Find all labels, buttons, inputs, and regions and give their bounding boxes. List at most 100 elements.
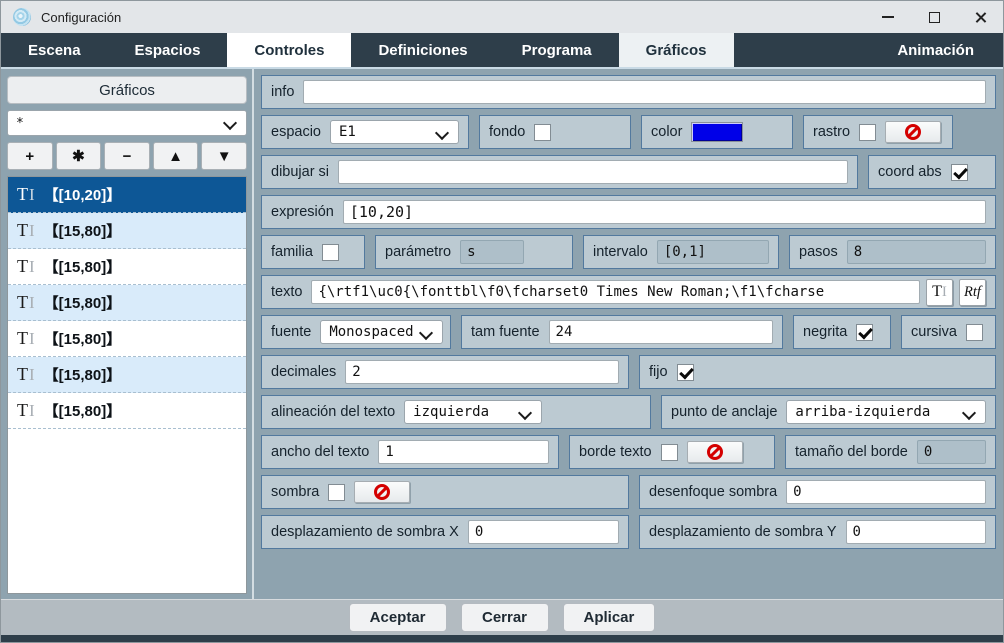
rastro-checkbox[interactable] <box>859 124 876 141</box>
sombra-no-color-button[interactable] <box>354 481 410 503</box>
text-cursor-icon: I <box>942 284 947 301</box>
move-up-button[interactable]: ▲ <box>153 142 199 170</box>
titlebar: Configuración <box>1 1 1003 33</box>
dibujar-si-input[interactable] <box>338 160 848 184</box>
graphic-item-label: 【[15,80]】 <box>44 292 122 313</box>
espacio-select[interactable]: E1 <box>330 120 459 144</box>
graphic-item[interactable]: TI 【[15,80]】 <box>8 285 246 321</box>
texto-input[interactable] <box>311 280 920 304</box>
fuente-select[interactable]: Monospaced <box>320 320 442 344</box>
fijo-checkbox[interactable] <box>677 364 694 381</box>
graphics-panel: Gráficos * + ✱ − ▲ ▼ TI 【[10,20]】 TI 【[1… <box>1 69 254 599</box>
tab-escena[interactable]: Escena <box>1 33 108 67</box>
fijo-label: fijo <box>649 364 668 380</box>
rastro-no-color-button[interactable] <box>885 121 941 143</box>
pasos-group: pasos <box>789 235 996 269</box>
maximize-button[interactable] <box>911 1 957 33</box>
text-graphic-icon: TI <box>17 256 35 277</box>
graphics-panel-title: Gráficos <box>7 76 247 104</box>
familia-label: familia <box>271 244 313 260</box>
fijo-group: fijo <box>639 355 996 389</box>
remove-graphic-button[interactable]: − <box>104 142 150 170</box>
graphic-item[interactable]: TI 【[15,80]】 <box>8 321 246 357</box>
tabbar: Escena Espacios Controles Definiciones P… <box>1 33 1003 67</box>
pasos-input[interactable] <box>847 240 986 264</box>
text-graphic-icon: TI <box>17 364 35 385</box>
graphic-item-label: 【[15,80]】 <box>44 220 122 241</box>
close-dialog-button[interactable]: Cerrar <box>461 603 549 632</box>
intervalo-input[interactable] <box>657 240 769 264</box>
fondo-checkbox[interactable] <box>534 124 551 141</box>
graphics-list: TI 【[10,20]】 TI 【[15,80]】 TI 【[15,80]】 T… <box>7 176 247 594</box>
apply-button[interactable]: Aplicar <box>563 603 656 632</box>
anclaje-select[interactable]: arriba-izquierda <box>786 400 986 424</box>
decimales-input[interactable] <box>345 360 619 384</box>
ancho-texto-group: ancho del texto <box>261 435 559 469</box>
color-label: color <box>651 124 682 140</box>
maximize-icon <box>929 12 940 23</box>
graphic-item[interactable]: TI 【[10,20]】 <box>8 177 246 213</box>
coord-abs-checkbox[interactable] <box>951 164 968 181</box>
fuente-group: fuente Monospaced <box>261 315 451 349</box>
tam-fuente-input[interactable] <box>549 320 773 344</box>
asterisk-icon: ✱ <box>72 147 85 165</box>
dialog-body: Gráficos * + ✱ − ▲ ▼ TI 【[10,20]】 TI 【[1… <box>1 67 1003 599</box>
close-button[interactable] <box>957 1 1003 33</box>
close-icon <box>974 11 987 24</box>
tam-fuente-label: tam fuente <box>471 324 540 340</box>
color-swatch[interactable] <box>691 122 743 142</box>
no-color-icon <box>707 444 723 460</box>
decimales-group: decimales <box>261 355 629 389</box>
alineacion-select[interactable]: izquierda <box>404 400 542 424</box>
tab-espacios[interactable]: Espacios <box>108 33 228 67</box>
sombra-y-input[interactable] <box>846 520 986 544</box>
rtf-editor-button[interactable]: Rtf <box>959 279 986 306</box>
negrita-group: negrita <box>793 315 891 349</box>
anclaje-label: punto de anclaje <box>671 404 777 420</box>
parametro-group: parámetro <box>375 235 573 269</box>
intervalo-group: intervalo <box>583 235 779 269</box>
borde-texto-checkbox[interactable] <box>661 444 678 461</box>
duplicate-graphic-button[interactable]: ✱ <box>56 142 102 170</box>
graphic-item[interactable]: TI 【[15,80]】 <box>8 213 246 249</box>
tam-borde-input[interactable] <box>917 440 986 464</box>
no-color-icon <box>374 484 390 500</box>
cursiva-label: cursiva <box>911 324 957 340</box>
graphic-item[interactable]: TI 【[15,80]】 <box>8 249 246 285</box>
expresion-input[interactable] <box>343 200 986 224</box>
desenfoque-group: desenfoque sombra <box>639 475 996 509</box>
move-down-button[interactable]: ▼ <box>201 142 247 170</box>
tab-programa[interactable]: Programa <box>495 33 619 67</box>
tab-definiciones[interactable]: Definiciones <box>351 33 494 67</box>
plain-text-editor-button[interactable]: TI <box>926 279 953 306</box>
graphic-item[interactable]: TI 【[15,80]】 <box>8 357 246 393</box>
tab-animacion[interactable]: Animación <box>870 33 1001 67</box>
negrita-checkbox[interactable] <box>856 324 873 341</box>
parametro-input[interactable] <box>460 240 524 264</box>
cursiva-group: cursiva <box>901 315 996 349</box>
graphic-item[interactable]: TI 【[15,80]】 <box>8 393 246 429</box>
coord-abs-label: coord abs <box>878 164 942 180</box>
fuente-label: fuente <box>271 324 311 340</box>
anclaje-group: punto de anclaje arriba-izquierda <box>661 395 996 429</box>
graphics-filter-select[interactable]: * <box>7 110 247 136</box>
negrita-label: negrita <box>803 324 847 340</box>
sombra-checkbox[interactable] <box>328 484 345 501</box>
sombra-x-input[interactable] <box>468 520 619 544</box>
tab-graficos[interactable]: Gráficos <box>619 33 734 67</box>
borde-no-color-button[interactable] <box>687 441 743 463</box>
ancho-texto-input[interactable] <box>378 440 549 464</box>
tab-controles[interactable]: Controles <box>227 33 351 67</box>
color-group: color <box>641 115 793 149</box>
dibujar-si-label: dibujar si <box>271 164 329 180</box>
cursiva-checkbox[interactable] <box>966 324 983 341</box>
desenfoque-input[interactable] <box>786 480 986 504</box>
accept-button[interactable]: Aceptar <box>349 603 447 632</box>
minimize-button[interactable] <box>865 1 911 33</box>
fuente-value: Monospaced <box>329 324 413 340</box>
familia-checkbox[interactable] <box>322 244 339 261</box>
tam-borde-label: tamaño del borde <box>795 444 908 460</box>
add-graphic-button[interactable]: + <box>7 142 53 170</box>
info-input[interactable] <box>303 80 986 104</box>
text-graphic-icon: TI <box>17 220 35 241</box>
